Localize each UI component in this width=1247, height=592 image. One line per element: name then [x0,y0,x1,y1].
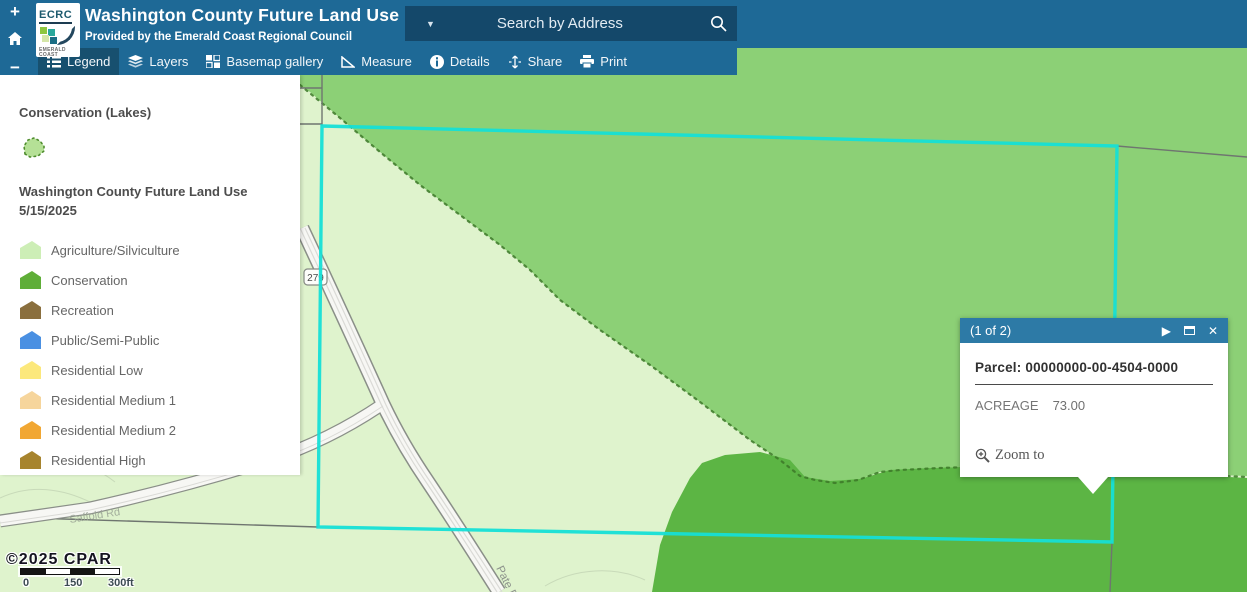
title-block: Washington County Future Land Use Map Pr… [85,5,440,43]
info-icon [430,55,444,69]
ecrc-logo-line2: COAST [39,53,77,57]
legend-swatch [19,360,42,380]
scalebar-label-300: 300ft [108,577,134,589]
page-title: Washington County Future Land Use Map [85,5,440,26]
legend-swatch [19,270,42,290]
search-source-dropdown[interactable]: ▼ [405,19,455,29]
toolbar: Legend Layers Basemap gallery Measure De… [0,48,737,75]
maximize-icon[interactable] [1184,326,1195,335]
legend-swatch [19,330,42,350]
scalebar-label-150: 150 [64,577,82,589]
legend-swatch [19,390,42,410]
legend-item-recreation: Recreation [19,295,290,325]
popup-divider [975,384,1213,385]
legend-panel: Conservation (Lakes) Washington County F… [0,75,300,475]
route-shield-279: 279 [304,269,327,285]
legend-swatch [19,240,42,260]
popup-header[interactable]: (1 of 2) ▶ ✕ [960,318,1228,343]
layers-icon [128,55,143,68]
popup-body: Parcel: 00000000-00-4504-0000 ACREAGE 73.… [960,343,1228,477]
measure-ruler-icon [341,56,355,68]
legend-item-conservation: Conservation [19,265,290,295]
legend-item-residential-low: Residential Low [19,355,290,385]
popup-field-label: ACREAGE [975,398,1039,413]
scalebar: 0 150 300ft [20,568,120,591]
details-button-label: Details [450,54,490,69]
legend-layer-title-flu: Washington County Future Land Use [19,182,290,201]
zoom-out-button[interactable]: − [0,56,30,80]
basemap-grid-icon [206,55,220,68]
popup-parcel-title: Parcel: 00000000-00-4504-0000 [975,343,1213,375]
ecrc-logo-abbr: ECRC [39,9,72,24]
measure-button[interactable]: Measure [332,48,421,75]
legend-item-public: Public/Semi-Public [19,325,290,355]
print-button[interactable]: Print [571,48,636,75]
feature-popup: (1 of 2) ▶ ✕ Parcel: 00000000-00-4504-00… [960,318,1228,477]
legend-item-residential-high: Residential High [19,445,290,475]
popup-pointer [1078,477,1108,494]
legend-item-agriculture: Agriculture/Silviculture [19,235,290,265]
legend-items: Agriculture/Silviculture Conservation Re… [19,235,290,475]
share-button[interactable]: Share [499,48,572,75]
legend-layer-date: 5/15/2025 [19,203,290,218]
share-button-label: Share [528,54,563,69]
ecrc-logo-art [39,26,77,48]
legend-swatch [19,420,42,440]
search-icon[interactable] [698,15,739,32]
basemap-gallery-button[interactable]: Basemap gallery [197,48,332,75]
home-icon [8,32,22,45]
layers-button-label: Layers [149,54,188,69]
legend-item-residential-med2: Residential Medium 2 [19,415,290,445]
legend-swatch [19,450,42,470]
map-attribution: ©2025 CPAR [6,551,112,569]
zoom-to-magnifier-icon [975,448,990,463]
popup-pager: (1 of 2) [970,323,1149,338]
legend-layer-title-lakes: Conservation (Lakes) [19,103,290,122]
home-button[interactable] [0,26,30,50]
close-icon[interactable]: ✕ [1208,324,1218,338]
legend-swatch [19,300,42,320]
scalebar-bar [20,568,120,575]
search-widget: ▼ [405,6,737,41]
zoom-to-label: Zoom to [995,447,1045,464]
popup-acreage-field: ACREAGE 73.00 [975,398,1213,413]
ecrc-logo: ECRC EMERALD COAST [36,3,80,57]
next-feature-icon[interactable]: ▶ [1162,324,1171,338]
print-button-label: Print [600,54,627,69]
zoom-in-button[interactable]: + [0,0,30,24]
share-icon [508,55,522,69]
layers-button[interactable]: Layers [119,48,197,75]
map-navigation-controls: + − [0,0,30,80]
page-subtitle: Provided by the Emerald Coast Regional C… [85,31,440,43]
legend-item-residential-med1: Residential Medium 1 [19,385,290,415]
scalebar-label-0: 0 [23,577,29,589]
zoom-to-link[interactable]: Zoom to [975,447,1045,464]
basemap-gallery-button-label: Basemap gallery [226,54,323,69]
legend-list-icon [47,56,61,68]
measure-button-label: Measure [361,54,412,69]
popup-field-value: 73.00 [1053,398,1086,413]
lakes-swatch [21,136,51,162]
print-icon [580,55,594,68]
details-button[interactable]: Details [421,48,499,75]
search-input[interactable] [455,14,698,33]
scalebar-labels: 0 150 300ft [20,577,120,591]
